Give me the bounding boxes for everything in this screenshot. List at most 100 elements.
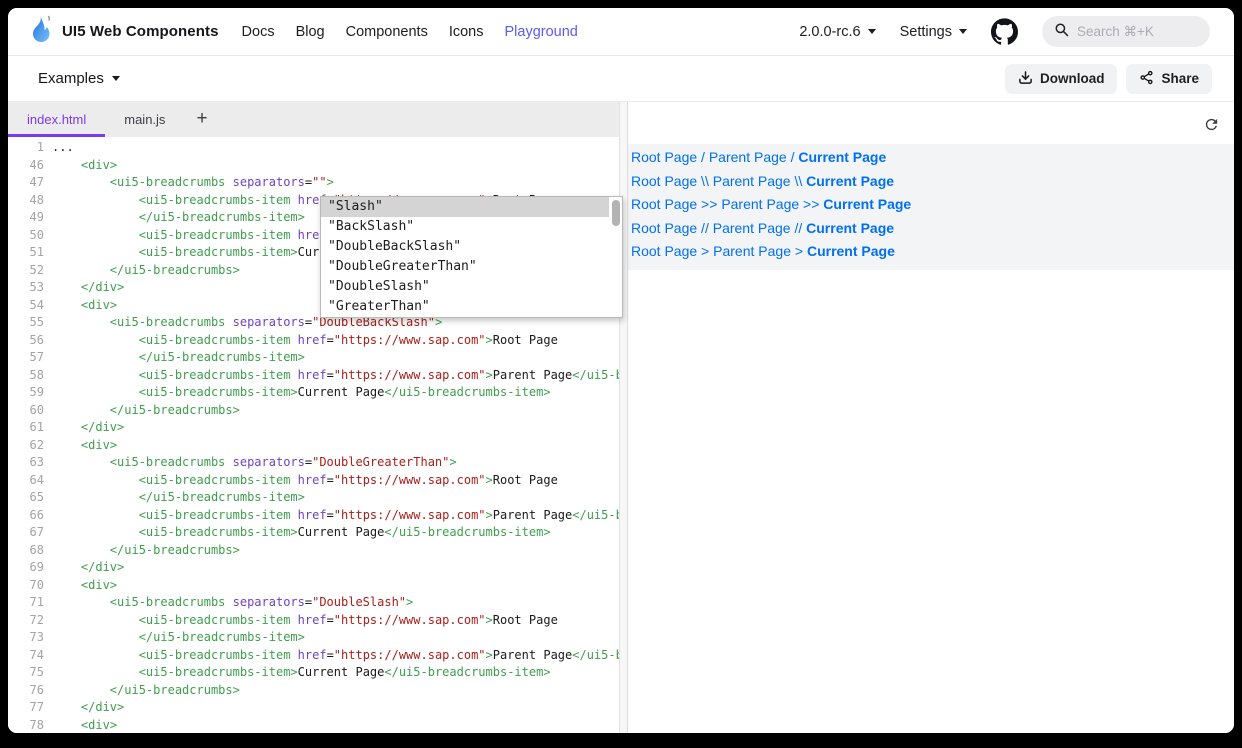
editor-tab-index.html[interactable]: index.html	[8, 102, 105, 137]
download-button[interactable]: Download	[1005, 64, 1118, 94]
code-line[interactable]: 70 <div>	[8, 577, 619, 595]
editor-tab-main.js[interactable]: main.js	[105, 102, 184, 137]
version-dropdown[interactable]: 2.0.0-rc.6	[799, 24, 875, 40]
search-input[interactable]	[1077, 24, 1187, 39]
code-line[interactable]: 68 </ui5-breadcrumbs>	[8, 542, 619, 560]
nav-item-components[interactable]: Components	[346, 24, 428, 40]
settings-dropdown[interactable]: Settings	[900, 24, 967, 40]
code-line[interactable]: 47 <ui5-breadcrumbs separators="">	[8, 174, 619, 192]
code-line[interactable]: 73 </ui5-breadcrumbs-item>	[8, 629, 619, 647]
code-line[interactable]: 74 <ui5-breadcrumbs-item href="https://w…	[8, 647, 619, 665]
search-box[interactable]	[1042, 16, 1210, 47]
preview-pane: Root Page / Parent Page / Current PageRo…	[628, 102, 1234, 733]
breadcrumb-link[interactable]: Root Page	[631, 220, 697, 236]
nav-item-docs[interactable]: Docs	[242, 24, 275, 40]
breadcrumb-separator: >	[791, 243, 807, 259]
code-line-content: </ui5-breadcrumbs>	[52, 262, 240, 280]
code-line-content: <ui5-breadcrumbs-item>Current Page</ui5-…	[52, 384, 551, 402]
code-line[interactable]: 61 </div>	[8, 419, 619, 437]
github-link[interactable]	[991, 18, 1018, 45]
breadcrumb-current: Current Page	[823, 196, 911, 212]
breadcrumb-link[interactable]: Root Page	[631, 173, 697, 189]
download-label: Download	[1040, 71, 1105, 86]
breadcrumb-row: Root Page / Parent Page / Current Page	[631, 146, 1226, 170]
new-file-button[interactable]: +	[184, 102, 219, 137]
code-line-content: </ui5-breadcrumbs>	[52, 542, 240, 560]
nav-item-icons[interactable]: Icons	[449, 24, 484, 40]
line-number: 65	[8, 489, 52, 507]
autocomplete-item[interactable]: "GreaterThan"	[321, 297, 622, 317]
code-line-content: </ui5-breadcrumbs-item>	[52, 489, 305, 507]
github-icon	[991, 18, 1018, 45]
breadcrumbs-demo: Root Page / Parent Page / Current PageRo…	[628, 144, 1234, 270]
autocomplete-item[interactable]: "DoubleBackSlash"	[321, 237, 622, 257]
breadcrumb-separator: >>	[799, 196, 823, 212]
code-line-content: </ui5-breadcrumbs-item>	[52, 629, 305, 647]
code-line[interactable]: 77 </div>	[8, 699, 619, 717]
code-line-content: </div>	[52, 419, 124, 437]
breadcrumb-link[interactable]: Parent Page	[713, 243, 791, 259]
code-line[interactable]: 71 <ui5-breadcrumbs separators="DoubleSl…	[8, 594, 619, 612]
share-button[interactable]: Share	[1126, 64, 1212, 94]
autocomplete-item[interactable]: "BackSlash"	[321, 217, 622, 237]
code-line[interactable]: 57 </ui5-breadcrumbs-item>	[8, 349, 619, 367]
line-number: 53	[8, 279, 52, 297]
code-line[interactable]: 66 <ui5-breadcrumbs-item href="https://w…	[8, 507, 619, 525]
code-line[interactable]: 75 <ui5-breadcrumbs-item>Current Page</u…	[8, 664, 619, 682]
code-line-content: <ui5-breadcrumbs-item>Current Page</ui5-…	[52, 524, 551, 542]
code-line[interactable]: 60 </ui5-breadcrumbs>	[8, 402, 619, 420]
breadcrumb-link[interactable]: Root Page	[631, 196, 697, 212]
code-line-content: <div>	[52, 577, 117, 595]
breadcrumb-link[interactable]: Parent Page	[709, 149, 787, 165]
code-line-content: <ui5-breadcrumbs-item href="https://www.…	[52, 612, 558, 630]
breadcrumb-separator: //	[791, 220, 807, 236]
brand[interactable]: UI5 Web Components	[30, 15, 219, 49]
code-line-content: </div>	[52, 559, 124, 577]
line-number: 1	[8, 139, 52, 157]
code-line[interactable]: 56 <ui5-breadcrumbs-item href="https://w…	[8, 332, 619, 350]
breadcrumb-row: Root Page // Parent Page // Current Page	[631, 217, 1226, 241]
code-line[interactable]: 1...	[8, 139, 619, 157]
code-line[interactable]: 69 </div>	[8, 559, 619, 577]
download-icon	[1018, 70, 1033, 88]
code-line[interactable]: 72 <ui5-breadcrumbs-item href="https://w…	[8, 612, 619, 630]
breadcrumb-separator: /	[697, 149, 709, 165]
code-line[interactable]: 58 <ui5-breadcrumbs-item href="https://w…	[8, 367, 619, 385]
breadcrumb-link[interactable]: Root Page	[631, 243, 697, 259]
code-line[interactable]: 64 <ui5-breadcrumbs-item href="https://w…	[8, 472, 619, 490]
code-line[interactable]: 78 <div>	[8, 717, 619, 734]
code-line[interactable]: 76 </ui5-breadcrumbs>	[8, 682, 619, 700]
breadcrumb-separator: >	[697, 243, 713, 259]
breadcrumb-current: Current Page	[806, 173, 894, 189]
nav-item-blog[interactable]: Blog	[296, 24, 325, 40]
code-line[interactable]: 67 <ui5-breadcrumbs-item>Current Page</u…	[8, 524, 619, 542]
refresh-button[interactable]	[1200, 115, 1222, 137]
code-line[interactable]: 63 <ui5-breadcrumbs separators="DoubleGr…	[8, 454, 619, 472]
code-line-content: ...	[52, 139, 74, 157]
line-number: 60	[8, 402, 52, 420]
breadcrumb-current: Current Page	[798, 149, 886, 165]
breadcrumb-link[interactable]: Parent Page	[713, 220, 791, 236]
main-nav: Docs Blog Components Icons Playground	[242, 24, 578, 40]
autocomplete-item[interactable]: "DoubleGreaterThan"	[321, 257, 622, 277]
breadcrumb-link[interactable]: Root Page	[631, 149, 697, 165]
autocomplete-scrollbar-thumb[interactable]	[612, 200, 620, 226]
line-number: 73	[8, 629, 52, 647]
line-number: 59	[8, 384, 52, 402]
autocomplete-item[interactable]: "Slash"	[321, 197, 609, 217]
breadcrumb-link[interactable]: Parent Page	[721, 196, 799, 212]
code-line[interactable]: 46 <div>	[8, 157, 619, 175]
toolbar-actions: Download Share	[1005, 64, 1212, 94]
line-number: 55	[8, 314, 52, 332]
nav-item-playground[interactable]: Playground	[505, 24, 578, 40]
autocomplete-item[interactable]: "DoubleSlash"	[321, 277, 622, 297]
code-line[interactable]: 62 <div>	[8, 437, 619, 455]
line-number: 50	[8, 227, 52, 245]
code-line[interactable]: 65 </ui5-breadcrumbs-item>	[8, 489, 619, 507]
code-line[interactable]: 59 <ui5-breadcrumbs-item>Current Page</u…	[8, 384, 619, 402]
settings-label: Settings	[900, 24, 952, 40]
code-line-content: <div>	[52, 297, 117, 315]
examples-menu-button[interactable]: Examples	[38, 70, 120, 87]
code-line-content: <ui5-breadcrumbs separators="DoubleGreat…	[52, 454, 457, 472]
breadcrumb-link[interactable]: Parent Page	[713, 173, 791, 189]
